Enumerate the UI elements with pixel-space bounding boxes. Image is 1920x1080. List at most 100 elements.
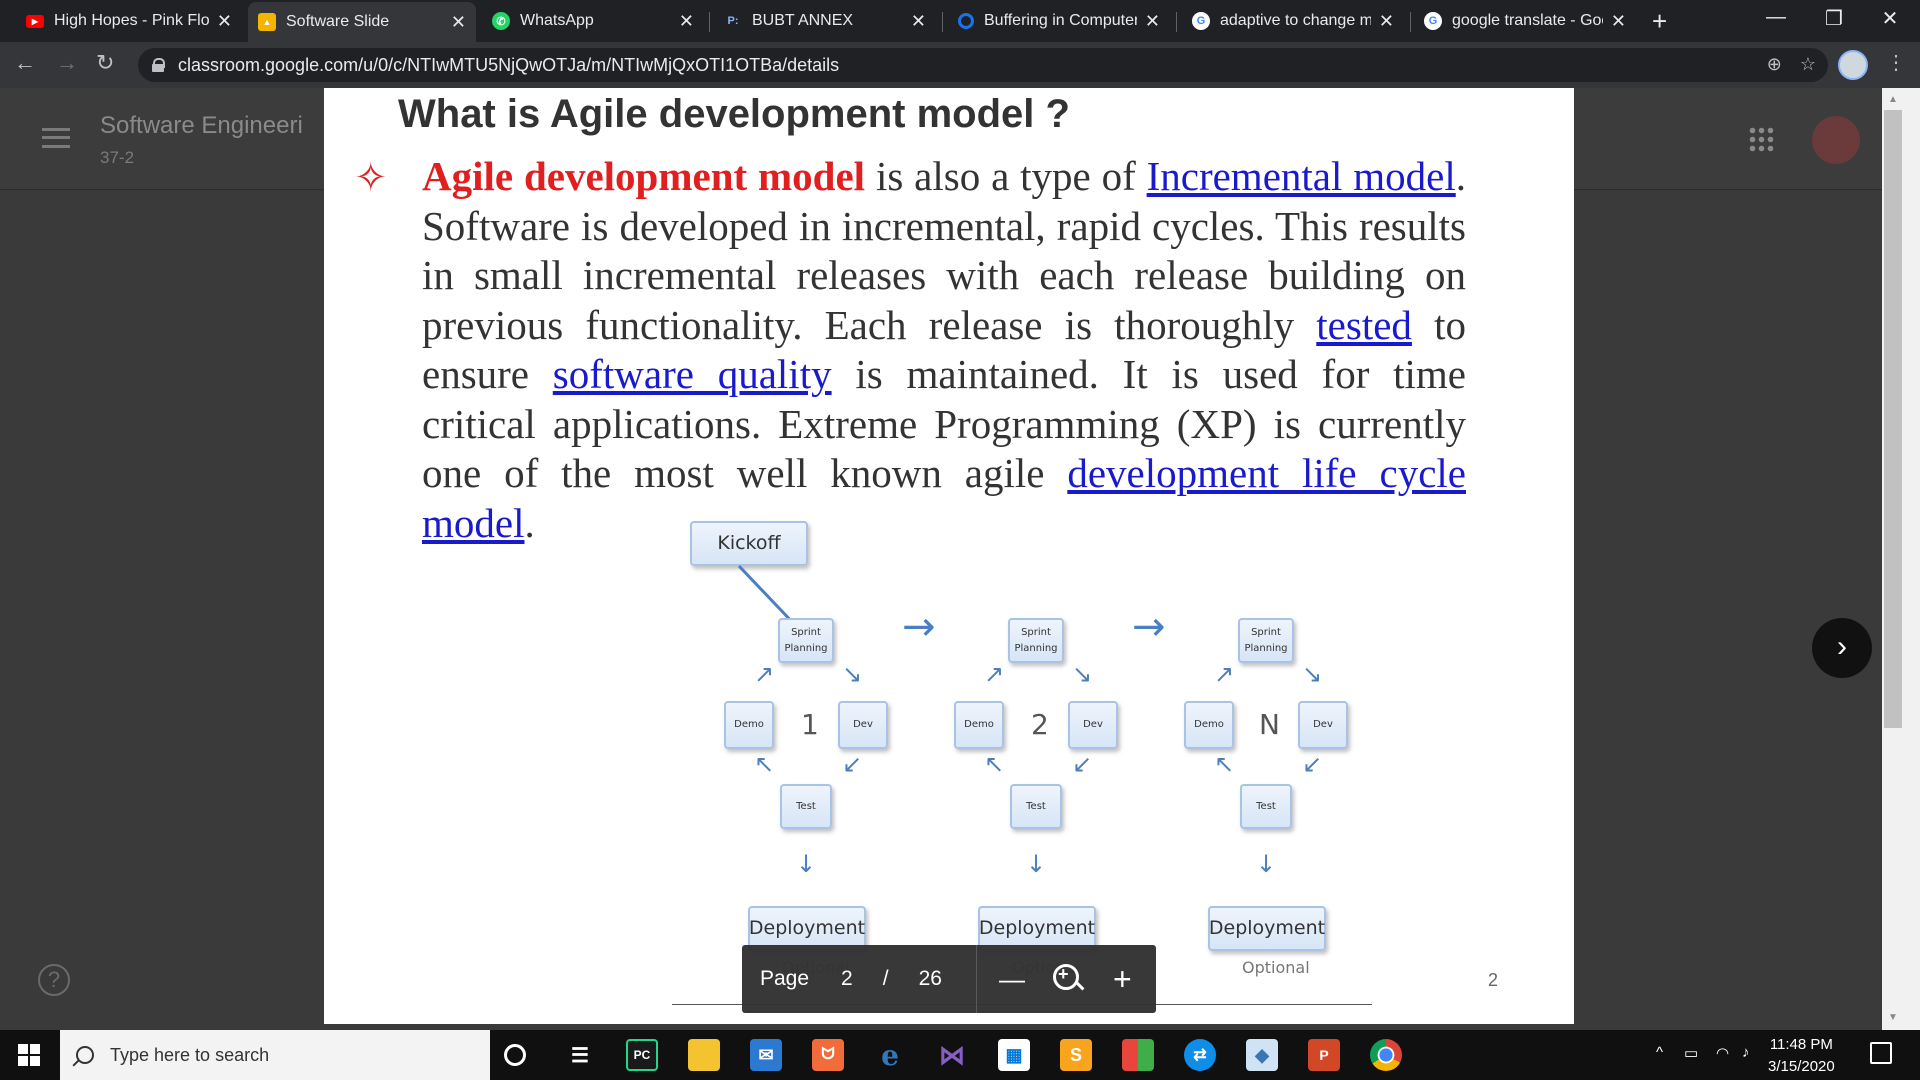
reload-icon[interactable]: ↻	[96, 50, 114, 76]
close-icon[interactable]: ✕	[1611, 11, 1626, 32]
youtube-icon: ▶	[26, 14, 44, 28]
notification-icon[interactable]	[1870, 1042, 1892, 1064]
site-icon: P:	[727, 15, 739, 27]
tab-software-slide[interactable]: ▲ Software Slide ✕	[248, 2, 476, 42]
back-icon[interactable]: ←	[14, 50, 36, 76]
current-page-input[interactable]: 2	[841, 967, 853, 991]
wifi-icon[interactable]: ◠	[1716, 1044, 1729, 1062]
new-tab-icon[interactable]: +	[1652, 6, 1667, 37]
close-icon[interactable]: ✕	[451, 12, 466, 33]
minimize-icon[interactable]: —	[1756, 6, 1796, 29]
whatsapp-icon: ✆	[492, 12, 510, 30]
zoom-icon[interactable]: ⊕	[1767, 54, 1782, 75]
tray-chevron-icon[interactable]: ^	[1656, 1044, 1663, 1061]
task-view-icon[interactable]: ☰	[564, 1039, 596, 1071]
scrollbar-thumb[interactable]	[1884, 110, 1902, 728]
tab-separator	[1410, 12, 1411, 32]
bullet-star-icon: ✧	[354, 156, 388, 200]
tab-label: adaptive to change me	[1220, 12, 1371, 29]
store-icon[interactable]: ▦	[998, 1039, 1030, 1071]
profile-avatar[interactable]	[1838, 50, 1868, 80]
pycharm-icon[interactable]: PC	[626, 1039, 658, 1071]
help-icon[interactable]: ?	[38, 964, 70, 996]
app-icon[interactable]: ᗢ	[812, 1039, 844, 1071]
user-avatar[interactable]	[1812, 116, 1860, 164]
agile-term: Agile development model	[422, 153, 866, 199]
battery-icon[interactable]: ▭	[1684, 1044, 1698, 1062]
next-page-button[interactable]: ›	[1812, 618, 1872, 678]
close-icon[interactable]: ✕	[1379, 11, 1394, 32]
link-incremental-model[interactable]: Incremental model	[1147, 153, 1456, 199]
taskbar-clock[interactable]: 11:48 PM 3/15/2020	[1768, 1034, 1835, 1078]
slide-paragraph: Agile development model is also a type o…	[422, 152, 1466, 548]
dev-box: Dev	[1068, 701, 1118, 749]
dev-box: Dev	[1298, 701, 1348, 749]
classroom-icon: ▲	[258, 13, 276, 31]
cortana-icon[interactable]	[504, 1044, 526, 1066]
clock-time: 11:48 PM	[1769, 1036, 1833, 1053]
course-section: 37-2	[100, 148, 135, 167]
windows-start-icon[interactable]	[18, 1044, 40, 1066]
test-box: Test	[1240, 784, 1292, 829]
scroll-up-icon[interactable]: ▲	[1888, 94, 1898, 105]
app-icon[interactable]	[1122, 1039, 1154, 1071]
arrow-icon: ↖	[984, 750, 1005, 778]
page-label: Page	[760, 967, 810, 990]
tab-google-translate[interactable]: G google translate - Goo ✕	[1414, 4, 1636, 38]
tab-whatsapp[interactable]: ✆ WhatsApp ✕	[482, 4, 704, 38]
vertical-scrollbar[interactable]: ▲ ▼	[1882, 88, 1920, 1030]
tab-label: Buffering in Computers	[984, 12, 1137, 29]
toolbar-divider	[975, 945, 977, 1013]
course-title[interactable]: Software Engineeri	[100, 112, 303, 140]
arrow-icon: ↓	[1026, 850, 1047, 878]
pdf-slide: What is Agile development model ? ✧ Agil…	[324, 88, 1574, 1024]
virtualbox-icon[interactable]: ◆	[1246, 1039, 1278, 1071]
mail-icon[interactable]: ✉	[750, 1039, 782, 1071]
chrome-icon[interactable]	[1370, 1039, 1402, 1071]
powerpoint-icon[interactable]: P	[1308, 1039, 1340, 1071]
volume-icon[interactable]: ♪	[1742, 1044, 1750, 1061]
apps-grid-icon[interactable]	[1748, 126, 1774, 152]
zoom-out-button[interactable]: —	[999, 964, 1025, 995]
teamviewer-icon[interactable]: ⇄	[1184, 1039, 1216, 1071]
tab-high-hopes[interactable]: ▶ High Hopes - Pink Floy ✕	[16, 4, 242, 38]
link-software-quality[interactable]: software quality	[553, 351, 832, 397]
lock-icon	[152, 58, 165, 72]
restore-icon[interactable]: ❐	[1814, 6, 1854, 31]
page-separator: /	[882, 967, 889, 990]
address-bar[interactable]: classroom.google.com/u/0/c/NTIwMTU5NjQwO…	[138, 48, 1828, 82]
tab-strip: ▶ High Hopes - Pink Floy ✕ ▲ Software Sl…	[0, 0, 1920, 42]
forward-icon[interactable]: →	[56, 50, 78, 76]
edge-icon[interactable]: e	[874, 1039, 906, 1072]
close-window-icon[interactable]: ✕	[1870, 6, 1910, 31]
slide-title: What is Agile development model ?	[398, 92, 1070, 136]
demo-box: Demo	[954, 701, 1004, 749]
tab-buffering[interactable]: Buffering in Computers ✕	[948, 4, 1170, 38]
link-tested[interactable]: tested	[1316, 302, 1412, 348]
file-explorer-icon[interactable]	[688, 1039, 720, 1071]
arrow-icon: ↗	[754, 660, 775, 688]
tab-label: BUBT ANNEX	[752, 12, 854, 29]
visual-studio-icon[interactable]: ⋈	[936, 1039, 968, 1071]
tab-label: google translate - Goo	[1452, 12, 1603, 29]
menu-icon[interactable]: ⋮	[1886, 50, 1906, 75]
close-icon[interactable]: ✕	[679, 11, 694, 32]
tab-adaptive[interactable]: G adaptive to change me ✕	[1182, 4, 1404, 38]
tab-separator	[942, 12, 943, 32]
sprint-planning-box: Sprint Planning	[1008, 618, 1064, 663]
close-icon[interactable]: ✕	[911, 11, 926, 32]
close-icon[interactable]: ✕	[1145, 11, 1160, 32]
taskbar-search[interactable]: Type here to search	[60, 1030, 490, 1080]
zoom-fit-icon[interactable]: +	[1051, 962, 1085, 996]
tab-bubt-annex[interactable]: P: BUBT ANNEX ✕	[714, 4, 936, 38]
hamburger-menu-icon[interactable]	[42, 128, 70, 148]
bookmark-star-icon[interactable]: ☆	[1800, 54, 1816, 75]
zoom-in-button[interactable]: +	[1113, 961, 1132, 998]
close-icon[interactable]: ✕	[217, 11, 232, 32]
paragraph-text: is also a type of	[865, 153, 1147, 199]
arrow-icon: ↘	[1302, 660, 1323, 688]
scroll-down-icon[interactable]: ▼	[1888, 1012, 1898, 1023]
arrow-icon: →	[902, 604, 936, 650]
sublime-icon[interactable]: S	[1060, 1039, 1092, 1071]
arrow-icon: ↙	[842, 750, 863, 778]
